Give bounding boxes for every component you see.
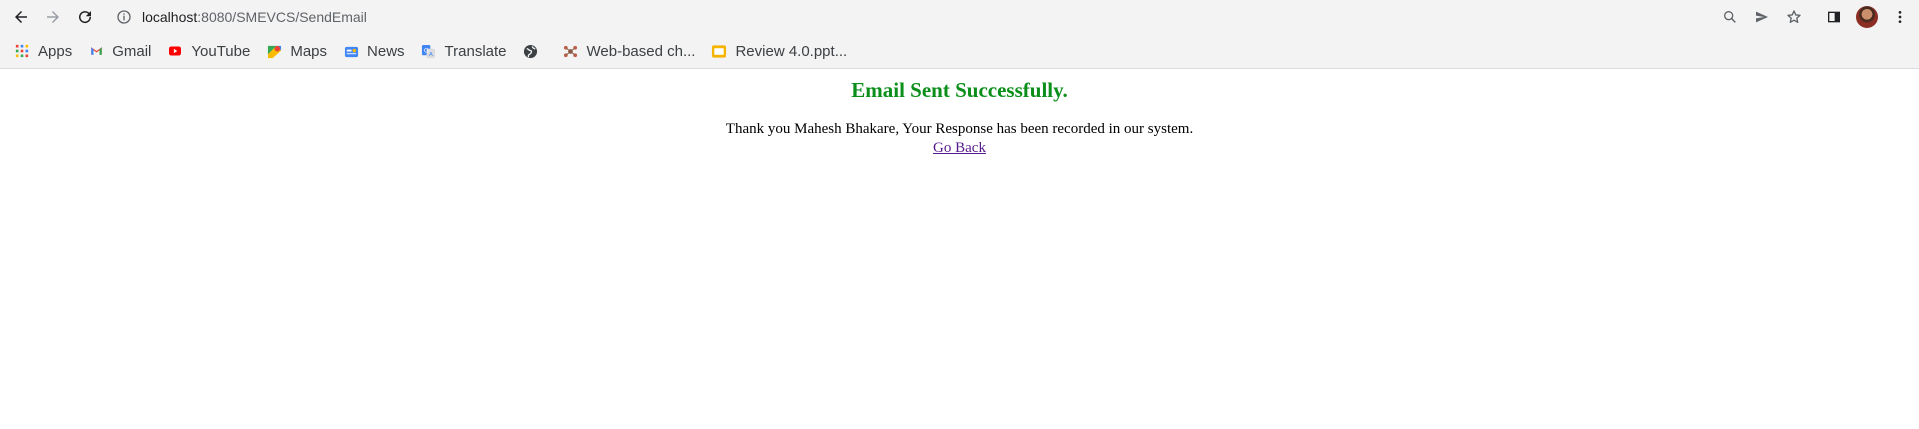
gmail-icon bbox=[88, 43, 104, 59]
slides-icon bbox=[711, 43, 727, 59]
arrow-right-icon bbox=[47, 11, 59, 23]
info-icon[interactable] bbox=[116, 9, 132, 25]
url-path: :8080/SMEVCS/SendEmail bbox=[197, 9, 367, 25]
bookmark-news[interactable]: News bbox=[341, 37, 413, 65]
browser-toolbar: localhost:8080/SMEVCS/SendEmail bbox=[0, 0, 1919, 34]
browser-menu-button[interactable] bbox=[1888, 5, 1912, 29]
side-panel-button[interactable] bbox=[1822, 5, 1846, 29]
bookmark-apps[interactable]: Apps bbox=[12, 37, 80, 65]
confirmation-message: Thank you Mahesh Bhakare, Your Response … bbox=[725, 121, 1194, 137]
bookmark-label: Web-based ch... bbox=[586, 42, 696, 60]
profile-avatar[interactable] bbox=[1856, 6, 1878, 28]
bookmark-review[interactable]: Review 4.0.ppt... bbox=[709, 37, 855, 65]
send-icon bbox=[1756, 11, 1768, 23]
bookmark-youtube[interactable]: YouTube bbox=[165, 37, 258, 65]
bookmark-star-button[interactable] bbox=[1782, 5, 1806, 29]
bookmark-label: Gmail bbox=[112, 42, 152, 60]
bookmark-maps[interactable]: Maps bbox=[264, 37, 335, 65]
bookmark-web-based[interactable]: Web-based ch... bbox=[561, 37, 704, 65]
globe-icon bbox=[523, 43, 539, 59]
bookmark-label: Translate bbox=[444, 42, 507, 60]
reload-button[interactable] bbox=[73, 5, 97, 29]
bookmarks-bar: Apps Gmail YouTube Maps News GA Translat… bbox=[0, 34, 1919, 69]
success-heading: Email Sent Successfully. bbox=[851, 78, 1068, 102]
svg-text:A: A bbox=[429, 52, 433, 58]
address-bar[interactable]: localhost:8080/SMEVCS/SendEmail bbox=[110, 4, 1750, 30]
bookmark-label: Review 4.0.ppt... bbox=[735, 42, 848, 60]
arrow-left-icon bbox=[15, 11, 27, 23]
bookmark-globe[interactable] bbox=[521, 37, 555, 65]
star-icon bbox=[1787, 10, 1801, 23]
bookmark-translate[interactable]: GA Translate bbox=[419, 37, 515, 65]
bookmark-label: YouTube bbox=[191, 42, 251, 60]
maps-icon bbox=[266, 43, 282, 59]
url-host: localhost bbox=[142, 9, 198, 25]
zoom-icon bbox=[1724, 11, 1736, 23]
bookmark-gmail[interactable]: Gmail bbox=[86, 37, 159, 65]
send-button[interactable] bbox=[1750, 5, 1774, 29]
forward-button[interactable] bbox=[41, 5, 65, 29]
bookmark-label: News bbox=[367, 42, 405, 60]
translate-icon: GA bbox=[421, 43, 437, 59]
omnibox-actions bbox=[1718, 5, 1806, 29]
apps-grid-icon bbox=[14, 43, 30, 59]
bookmark-label: Maps bbox=[290, 42, 328, 60]
bookmark-label: Apps bbox=[38, 42, 73, 60]
kebab-menu-icon bbox=[1898, 11, 1902, 23]
web-app-icon bbox=[563, 43, 579, 59]
back-button[interactable] bbox=[9, 5, 33, 29]
news-icon bbox=[343, 43, 359, 59]
side-panel-icon bbox=[1828, 11, 1840, 23]
youtube-icon bbox=[167, 43, 183, 59]
reload-icon bbox=[79, 11, 92, 24]
page-content: Email Sent Successfully. Thank you Mahes… bbox=[0, 70, 1919, 429]
go-back-link[interactable]: Go Back bbox=[933, 140, 986, 157]
zoom-button[interactable] bbox=[1718, 5, 1742, 29]
